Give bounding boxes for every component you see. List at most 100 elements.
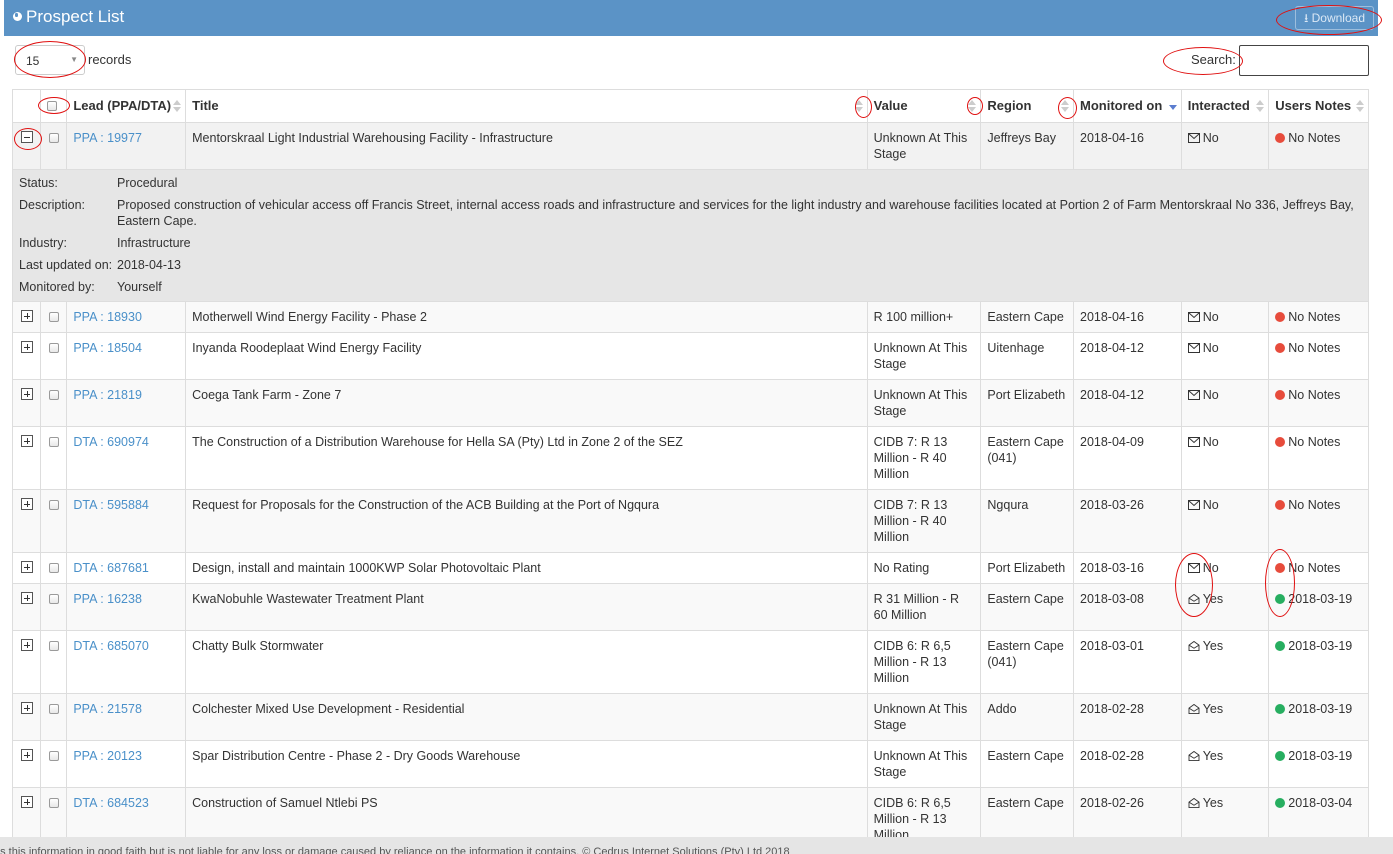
lead-link[interactable]: DTA : 687681 <box>73 561 149 575</box>
lead-link[interactable]: PPA : 16238 <box>73 592 142 606</box>
envelope-closed-icon <box>1187 500 1200 510</box>
expander-cell <box>11 693 42 741</box>
column-header-lead[interactable]: Lead (PPA/DTA) <box>66 89 187 123</box>
interacted-label: No <box>1202 131 1219 145</box>
notes-label[interactable]: No Notes <box>1288 498 1340 512</box>
select-cell <box>40 489 68 553</box>
interacted-cell: No <box>1180 332 1270 380</box>
region-cell: Addo <box>980 693 1074 741</box>
expand-icon[interactable] <box>20 796 33 808</box>
row-checkbox[interactable] <box>48 563 59 573</box>
monitored-cell: 2018-04-16 <box>1073 301 1182 333</box>
lead-link[interactable]: PPA : 18930 <box>73 310 142 324</box>
notes-label[interactable]: No Notes <box>1288 310 1340 324</box>
notes-label[interactable]: No Notes <box>1288 561 1340 575</box>
select-cell <box>40 379 68 427</box>
row-checkbox[interactable] <box>48 343 59 353</box>
expand-icon[interactable] <box>20 341 33 353</box>
expander-cell <box>11 552 42 584</box>
lead-link[interactable]: DTA : 690974 <box>73 435 149 449</box>
column-header-value[interactable]: Value <box>866 89 982 123</box>
row-checkbox[interactable] <box>48 133 59 143</box>
expand-icon[interactable] <box>20 749 33 761</box>
expander-cell <box>11 379 42 427</box>
notes-label[interactable]: 2018-03-19 <box>1288 592 1352 606</box>
download-button[interactable]: ⭳ Download <box>1295 6 1374 30</box>
interacted-label: Yes <box>1202 592 1224 606</box>
notes-cell: No Notes <box>1268 489 1369 553</box>
select-all-checkbox[interactable] <box>47 101 58 111</box>
row-checkbox[interactable] <box>48 500 59 510</box>
notes-label[interactable]: 2018-03-19 <box>1288 749 1352 763</box>
column-header-monitored[interactable]: Monitored on <box>1073 89 1182 123</box>
row-checkbox[interactable] <box>48 751 59 761</box>
select-cell <box>40 426 68 490</box>
sort-desc-icon <box>1168 100 1177 112</box>
expand-icon[interactable] <box>20 561 33 573</box>
select-cell <box>40 740 68 788</box>
table-row: PPA : 20123 Spar Distribution Centre - Ph… <box>11 740 1369 788</box>
status-dot <box>1275 798 1286 808</box>
expand-icon[interactable] <box>20 498 33 510</box>
collapse-icon[interactable] <box>20 131 33 143</box>
notes-label[interactable]: 2018-03-04 <box>1288 796 1352 810</box>
expand-icon[interactable] <box>20 702 33 714</box>
row-checkbox[interactable] <box>48 641 59 651</box>
lead-link[interactable]: DTA : 684523 <box>73 796 149 810</box>
lead-link[interactable]: PPA : 21578 <box>73 702 142 716</box>
lead-link[interactable]: PPA : 20123 <box>73 749 142 763</box>
expand-icon[interactable] <box>20 639 33 651</box>
lead-link[interactable]: DTA : 685070 <box>73 639 149 653</box>
notes-cell: 2018-03-19 <box>1268 630 1369 694</box>
title-cell: Coega Tank Farm - Zone 7 <box>185 379 868 427</box>
notes-label[interactable]: No Notes <box>1288 435 1340 449</box>
column-header-region[interactable]: Region <box>980 89 1074 123</box>
title-cell: Mentorskraal Light Industrial Warehousin… <box>185 122 868 170</box>
column-header-notes[interactable]: Users Notes <box>1268 89 1369 123</box>
region-cell: Eastern Cape <box>980 583 1074 631</box>
lead-link[interactable]: DTA : 595884 <box>73 498 149 512</box>
sort-icon <box>854 100 863 112</box>
row-checkbox[interactable] <box>48 798 59 808</box>
row-checkbox[interactable] <box>48 437 59 447</box>
select-cell <box>40 583 68 631</box>
region-cell: Jeffreys Bay <box>980 122 1074 170</box>
notes-label[interactable]: No Notes <box>1288 131 1340 145</box>
interacted-cell: No <box>1180 301 1270 333</box>
interacted-label: Yes <box>1202 639 1224 653</box>
lead-cell: DTA : 685070 <box>66 630 187 694</box>
notes-label[interactable]: No Notes <box>1288 388 1340 402</box>
page-size-select[interactable]: 15 ▼ <box>15 45 85 75</box>
expand-icon[interactable] <box>20 388 33 400</box>
table-row: PPA : 21578 Colchester Mixed Use Developm… <box>11 693 1369 741</box>
notes-label[interactable]: 2018-03-19 <box>1288 639 1352 653</box>
expand-icon[interactable] <box>20 435 33 447</box>
expand-icon[interactable] <box>20 310 33 322</box>
row-checkbox[interactable] <box>48 594 59 604</box>
expander-cell <box>11 426 42 490</box>
expander-cell <box>11 301 42 333</box>
row-checkbox[interactable] <box>48 390 59 400</box>
title-cell: Request for Proposals for the Constructi… <box>185 489 868 553</box>
lead-link[interactable]: PPA : 19977 <box>73 131 142 145</box>
notes-label[interactable]: No Notes <box>1288 341 1340 355</box>
search-input[interactable] <box>1239 45 1369 76</box>
lead-link[interactable]: PPA : 21819 <box>73 388 142 402</box>
region-cell: Port Elizabeth <box>980 552 1074 584</box>
region-cell: Eastern Cape (041) <box>980 426 1074 490</box>
notes-label[interactable]: 2018-03-19 <box>1288 702 1352 716</box>
monitored-cell: 2018-02-28 <box>1073 740 1182 788</box>
expand-icon[interactable] <box>20 592 33 604</box>
interacted-label: Yes <box>1202 796 1224 810</box>
column-header-title[interactable]: Title <box>185 89 868 123</box>
row-checkbox[interactable] <box>48 704 59 714</box>
sort-icon <box>1356 100 1364 112</box>
page-title: Prospect List <box>13 7 124 27</box>
column-header-interacted[interactable]: Interacted <box>1180 89 1270 123</box>
row-checkbox[interactable] <box>48 312 59 322</box>
region-cell: Eastern Cape <box>980 301 1074 333</box>
lead-link[interactable]: PPA : 18504 <box>73 341 142 355</box>
title-cell: Colchester Mixed Use Development - Resid… <box>185 693 868 741</box>
envelope-open-icon <box>1188 751 1200 761</box>
interacted-label: No <box>1202 561 1219 575</box>
